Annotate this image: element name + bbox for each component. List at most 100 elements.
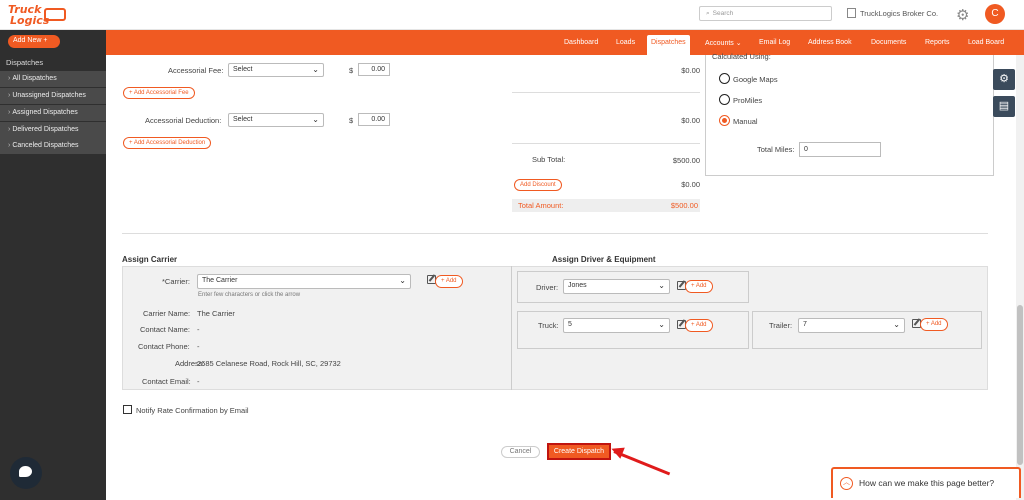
accessorial-fee-amount-input[interactable]: 0.00 — [358, 63, 390, 76]
add-truck-button[interactable]: + Add — [685, 319, 713, 332]
accessorial-deduction-amount-input[interactable]: 0.00 — [358, 113, 390, 126]
chevron-up-icon: ︿ — [840, 477, 853, 490]
sidebar-item-assigned-dispatches[interactable]: › Assigned Dispatches — [0, 105, 106, 121]
chevron-down-icon: ⌄ — [312, 65, 319, 74]
settings-tool-icon[interactable]: ⚙ — [993, 69, 1015, 90]
add-discount-button[interactable]: Add Discount — [514, 179, 562, 191]
add-carrier-button[interactable]: + Add — [435, 275, 463, 288]
report-tool-icon[interactable]: ▤ — [993, 96, 1015, 117]
chevron-down-icon: ⌄ — [658, 320, 665, 329]
chevron-right-icon: › — [8, 126, 11, 133]
nav-load-board[interactable]: Load Board — [968, 39, 1004, 46]
company-switcher[interactable]: TruckLogics Broker Co. — [847, 8, 938, 18]
sidebar: Add New + Dispatches › All Dispatches › Un… — [0, 30, 106, 500]
search-placeholder: Search — [712, 10, 734, 17]
total-miles-input[interactable]: 0 — [799, 142, 881, 157]
assign-driver-title: Assign Driver & Equipment — [552, 255, 656, 264]
vertical-divider — [511, 266, 512, 390]
add-accessorial-fee-button[interactable]: + Add Accessorial Fee — [123, 87, 195, 99]
notify-label: Notify Rate Confirmation by Email — [136, 406, 249, 415]
nav-loads[interactable]: Loads — [616, 39, 635, 46]
notify-checkbox[interactable] — [123, 405, 132, 414]
contact-name-label: Contact Name: — [140, 325, 191, 334]
radio-label-manual: Manual — [733, 117, 758, 126]
discount-value: $0.00 — [681, 180, 700, 189]
radio-manual[interactable] — [719, 115, 730, 126]
assign-carrier-title: Assign Carrier — [122, 255, 178, 264]
select-value: Select — [233, 116, 253, 123]
user-avatar[interactable]: C — [985, 4, 1005, 24]
feedback-widget[interactable]: ︿ How can we make this page better? — [831, 467, 1021, 498]
contact-phone-label: Contact Phone: — [138, 342, 190, 351]
contact-phone-value: - — [197, 342, 200, 351]
chevron-right-icon: › — [8, 109, 11, 116]
currency-symbol: $ — [349, 116, 354, 125]
chevron-down-icon: ⌄ — [399, 276, 406, 285]
building-icon — [847, 8, 856, 18]
chevron-down-icon: ⌄ — [893, 320, 900, 329]
chevron-down-icon: ⌄ — [658, 281, 665, 290]
truck-select[interactable]: 5 ⌄ — [563, 318, 670, 333]
feedback-text: How can we make this page better? — [859, 478, 995, 488]
sidebar-heading: Dispatches — [6, 58, 44, 67]
nav-email-log[interactable]: Email Log — [759, 39, 790, 46]
select-value: 7 — [803, 321, 807, 328]
main-nav: Dashboard Loads Dispatches Accounts ⌄ Em… — [106, 30, 1024, 55]
total-amount-label: Total Amount: — [518, 201, 564, 210]
radio-label-google-maps: Google Maps — [733, 75, 778, 84]
cancel-button[interactable]: Cancel — [501, 446, 540, 458]
contact-email-label: Contact Email: — [142, 377, 191, 386]
nav-reports[interactable]: Reports — [925, 39, 950, 46]
add-driver-button[interactable]: + Add — [685, 280, 713, 293]
nav-documents[interactable]: Documents — [871, 39, 906, 46]
sidebar-item-delivered-dispatches[interactable]: › Delivered Dispatches — [0, 122, 106, 138]
accessorial-fee-total: $0.00 — [681, 66, 700, 75]
contact-name-value: - — [197, 325, 200, 334]
carrier-hint: Enter few characters or click the arrow — [198, 292, 301, 298]
trailer-label: Trailer: — [769, 321, 793, 330]
driver-select[interactable]: Jones ⌄ — [563, 279, 670, 294]
add-new-button[interactable]: Add New + — [8, 35, 60, 48]
select-value: 5 — [568, 321, 572, 328]
sidebar-item-label: Assigned Dispatches — [12, 109, 78, 116]
sidebar-item-label: Canceled Dispatches — [12, 142, 79, 149]
total-miles-label: Total Miles: — [757, 145, 795, 154]
company-name: TruckLogics Broker Co. — [860, 9, 939, 18]
add-trailer-button[interactable]: + Add — [920, 318, 948, 331]
chat-bubble-icon[interactable] — [10, 457, 42, 489]
sidebar-item-all-dispatches[interactable]: › All Dispatches — [0, 71, 106, 87]
accessorial-deduction-total: $0.00 — [681, 116, 700, 125]
scrollbar-thumb[interactable] — [1017, 305, 1023, 465]
sidebar-item-label: Unassigned Dispatches — [12, 92, 86, 99]
create-dispatch-button[interactable]: Create Dispatch — [547, 443, 611, 460]
nav-address-book[interactable]: Address Book — [808, 39, 852, 46]
carrier-name-label: Carrier Name: — [143, 309, 191, 318]
chevron-right-icon: › — [8, 142, 11, 149]
scrollbar[interactable] — [1016, 55, 1024, 500]
contact-email-value: - — [197, 377, 200, 386]
radio-promiles[interactable] — [719, 94, 730, 105]
search-input[interactable]: ⌕ Search — [699, 6, 832, 21]
truck-label: Truck: — [538, 321, 559, 330]
radio-google-maps[interactable] — [719, 73, 730, 84]
nav-dashboard[interactable]: Dashboard — [564, 39, 598, 46]
sidebar-item-canceled-dispatches[interactable]: › Canceled Dispatches — [0, 138, 106, 154]
trucklogics-logo[interactable]: Truck Logics — [8, 3, 66, 27]
address-value: 2685 Celanese Road, Rock Hill, SC, 29732 — [197, 359, 341, 368]
accessorial-fee-select[interactable]: Select ⌄ — [228, 63, 324, 77]
settings-gear-icon[interactable]: ⚙ — [956, 6, 969, 24]
divider — [512, 92, 700, 93]
nav-accounts[interactable]: Accounts ⌄ — [705, 39, 742, 47]
driver-label: Driver: — [536, 283, 559, 292]
top-header: Truck Logics ⌕ Search TruckLogics Broker … — [0, 0, 1024, 30]
sidebar-item-unassigned-dispatches[interactable]: › Unassigned Dispatches — [0, 88, 106, 104]
accessorial-deduction-label: Accessorial Deduction: — [145, 116, 222, 125]
accessorial-fee-label: Accessorial Fee: — [168, 66, 224, 75]
carrier-select[interactable]: The Carrier ⌄ — [197, 274, 411, 289]
select-value: The Carrier — [202, 277, 238, 284]
add-accessorial-deduction-button[interactable]: + Add Accessorial Deduction — [123, 137, 212, 149]
radio-label-promiles: ProMiles — [733, 96, 763, 105]
nav-dispatches[interactable]: Dispatches — [647, 35, 690, 55]
trailer-select[interactable]: 7 ⌄ — [798, 318, 905, 333]
accessorial-deduction-select[interactable]: Select ⌄ — [228, 113, 324, 127]
